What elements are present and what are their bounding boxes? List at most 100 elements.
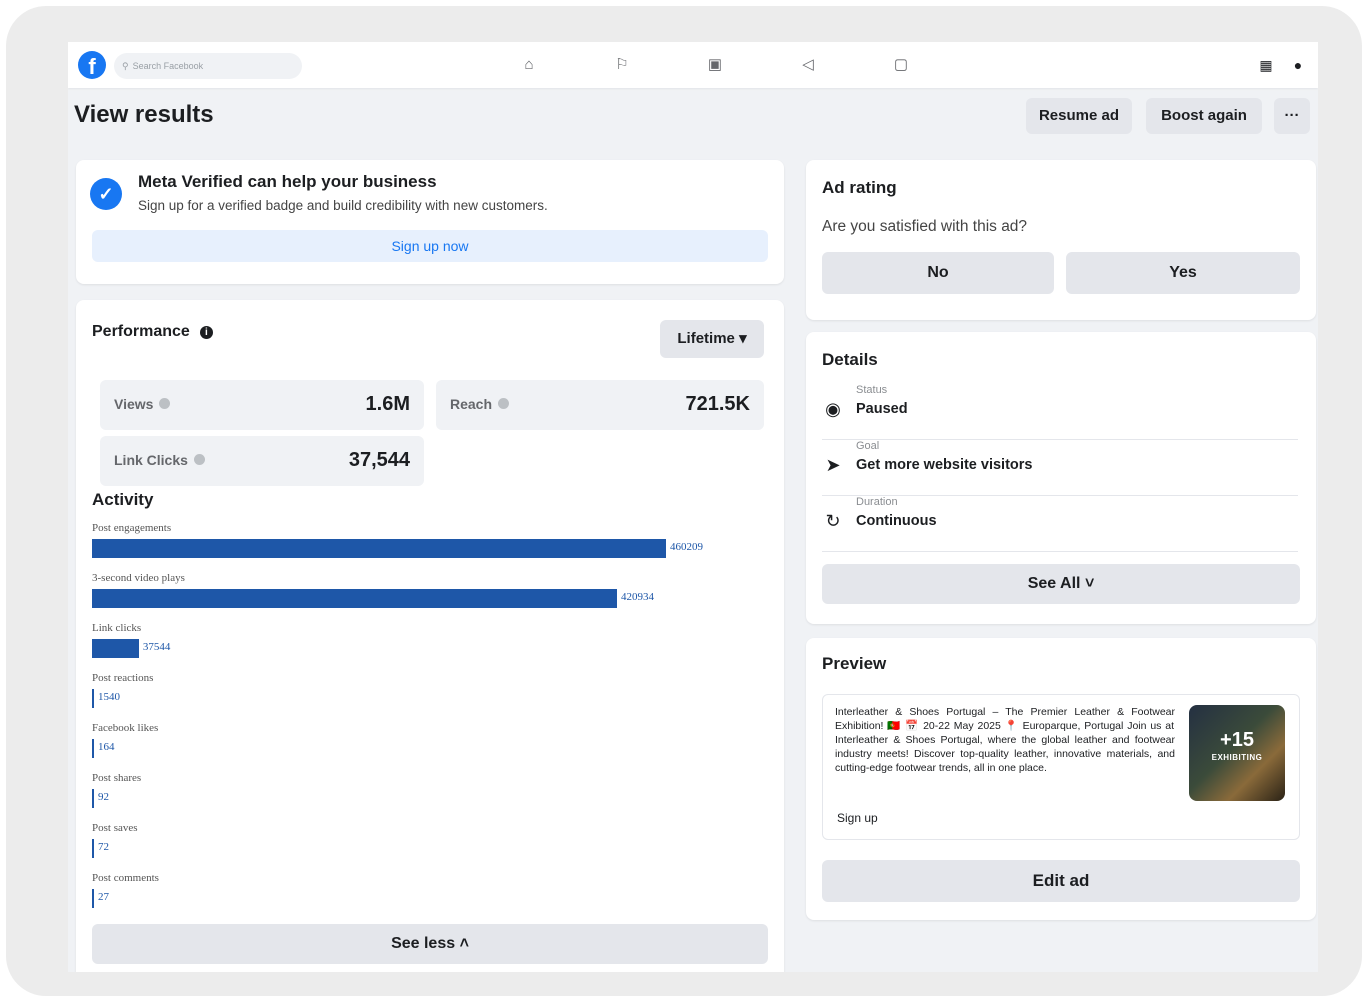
activity-value: 460209 bbox=[670, 541, 703, 553]
ad-rating-question: Are you satisfied with this ad? bbox=[822, 218, 1028, 235]
caret-down-icon: ▾ bbox=[739, 330, 747, 347]
app-screen: f ⚲ Search Facebook ⌂ ⚐ ▣ ◁ ▢ ▦ ● View re… bbox=[68, 42, 1318, 972]
see-all-button[interactable]: See All ˅ bbox=[822, 564, 1300, 604]
sign-up-now-button[interactable]: Sign up now bbox=[92, 230, 768, 262]
reach-stat: Reach 721.5K bbox=[436, 380, 764, 430]
top-navigation: f ⚲ Search Facebook ⌂ ⚐ ▣ ◁ ▢ ▦ ● bbox=[68, 42, 1318, 88]
link-clicks-label-text: Link Clicks bbox=[114, 452, 188, 468]
meta-verified-card: ✓ Meta Verified can help your business S… bbox=[76, 160, 784, 284]
activity-row: Post comments 27 bbox=[92, 872, 732, 918]
preview-title: Preview bbox=[822, 654, 887, 673]
sign-up-link[interactable]: Sign up bbox=[837, 811, 878, 825]
info-icon[interactable] bbox=[159, 398, 171, 409]
rating-no-button[interactable]: No bbox=[822, 252, 1054, 294]
meta-verified-subtitle: Sign up for a verified badge and build c… bbox=[138, 198, 548, 213]
flag-icon[interactable]: ⚐ bbox=[611, 55, 633, 75]
activity-row: Post reactions 1540 bbox=[92, 672, 732, 718]
detail-status-value: Paused bbox=[856, 401, 908, 417]
activity-label: 3-second video plays bbox=[92, 572, 185, 584]
detail-goal-label: Goal bbox=[856, 440, 880, 452]
more-options-button[interactable]: ··· bbox=[1274, 98, 1310, 134]
info-icon[interactable] bbox=[193, 454, 205, 465]
megaphone-icon[interactable]: ◁ bbox=[797, 55, 819, 75]
activity-value: 1540 bbox=[98, 691, 120, 703]
views-value: 1.6M bbox=[365, 393, 410, 415]
lifetime-dropdown[interactable]: Lifetime ▾ bbox=[660, 320, 764, 358]
activity-value: 420934 bbox=[621, 591, 654, 603]
activity-bar bbox=[92, 539, 666, 558]
refresh-icon: ↻ bbox=[825, 511, 841, 531]
activity-bar bbox=[92, 889, 94, 908]
meta-verified-title: Meta Verified can help your business bbox=[138, 172, 437, 191]
ad-rating-title: Ad rating bbox=[822, 178, 897, 197]
detail-status-label: Status bbox=[856, 384, 888, 396]
gaming-icon[interactable]: ▢ bbox=[890, 55, 912, 75]
activity-label: Facebook likes bbox=[92, 722, 159, 734]
activity-value: 164 bbox=[98, 741, 115, 753]
activity-value: 27 bbox=[98, 891, 109, 903]
preview-card: Preview Interleather & Shoes Portugal – … bbox=[806, 638, 1316, 920]
activity-row: Facebook likes 164 bbox=[92, 722, 732, 768]
detail-goal: ➤ Goal Get more website visitors bbox=[822, 440, 1298, 496]
activity-label: Link clicks bbox=[92, 622, 142, 634]
lifetime-label: Lifetime bbox=[677, 330, 735, 347]
more-images-count: +15 bbox=[1220, 729, 1254, 751]
ad-rating-card: Ad rating Are you satisfied with this ad… bbox=[806, 160, 1316, 320]
activity-title: Activity bbox=[92, 490, 154, 509]
activity-bar bbox=[92, 839, 94, 858]
activity-bar bbox=[92, 689, 94, 708]
detail-duration-label: Duration bbox=[856, 496, 898, 508]
link-clicks-value: 37,544 bbox=[348, 449, 410, 471]
ad-preview[interactable]: Interleather & Shoes Portugal – The Prem… bbox=[822, 694, 1300, 840]
cursor-icon: ➤ bbox=[825, 455, 841, 475]
resume-ad-button[interactable]: Resume ad bbox=[1026, 98, 1132, 134]
rating-yes-button[interactable]: Yes bbox=[1066, 252, 1300, 294]
boost-again-button[interactable]: Boost again bbox=[1146, 98, 1262, 134]
activity-label: Post engagements bbox=[92, 522, 172, 534]
activity-value: 92 bbox=[98, 791, 109, 803]
activity-row: Link clicks 37544 bbox=[92, 622, 732, 668]
facebook-logo-icon[interactable]: f bbox=[78, 51, 106, 79]
detail-duration: ↻ Duration Continuous bbox=[822, 496, 1298, 552]
info-icon[interactable]: i bbox=[199, 326, 213, 339]
search-input[interactable]: ⚲ Search Facebook bbox=[114, 53, 302, 79]
views-label: Views bbox=[114, 396, 171, 412]
activity-label: Post shares bbox=[92, 772, 142, 784]
edit-ad-button[interactable]: Edit ad bbox=[822, 860, 1300, 902]
activity-row: Post saves 72 bbox=[92, 822, 732, 868]
search-icon: ⚲ bbox=[122, 61, 129, 71]
page-title: View results bbox=[74, 101, 214, 128]
see-less-label: See less bbox=[391, 935, 456, 952]
activity-row: Post shares 92 bbox=[92, 772, 732, 818]
performance-title: Performance i bbox=[92, 323, 213, 341]
activity-value: 72 bbox=[98, 841, 109, 853]
ad-thumbnail[interactable]: +15 EXHIBITING bbox=[1189, 705, 1285, 801]
activity-bar bbox=[92, 639, 139, 658]
views-stat: Views 1.6M bbox=[100, 380, 424, 430]
chevron-down-icon: ˅ bbox=[1084, 575, 1095, 592]
performance-card: Performance i Lifetime ▾ Views 1.6M Reach… bbox=[76, 300, 784, 972]
search-placeholder: Search Facebook bbox=[132, 61, 204, 71]
details-card: Details ◉ Status Paused ➤ Goal Get more … bbox=[806, 332, 1316, 624]
reach-label: Reach bbox=[450, 396, 510, 412]
details-title: Details bbox=[822, 350, 878, 369]
see-all-label: See All bbox=[1027, 575, 1081, 592]
grid-menu-icon[interactable]: ▦ bbox=[1256, 55, 1276, 75]
detail-status: ◉ Status Paused bbox=[822, 384, 1298, 440]
profile-icon[interactable]: ● bbox=[1288, 55, 1308, 75]
activity-bar bbox=[92, 739, 94, 758]
chevron-up-icon: ˄ bbox=[459, 935, 469, 952]
performance-title-text: Performance bbox=[92, 323, 190, 340]
verified-badge-icon: ✓ bbox=[90, 178, 122, 210]
activity-row: Post engagements 460209 bbox=[92, 522, 732, 568]
activity-bar bbox=[92, 589, 617, 608]
info-icon[interactable] bbox=[498, 398, 510, 409]
views-label-text: Views bbox=[114, 396, 154, 412]
activity-row: 3-second video plays 420934 bbox=[92, 572, 732, 618]
home-icon[interactable]: ⌂ bbox=[518, 55, 540, 75]
see-less-button[interactable]: See less ˄ bbox=[92, 924, 768, 964]
activity-label: Post comments bbox=[92, 872, 159, 884]
activity-bar bbox=[92, 789, 94, 808]
video-icon[interactable]: ▣ bbox=[704, 55, 726, 75]
link-clicks-stat: Link Clicks 37,544 bbox=[100, 436, 424, 486]
